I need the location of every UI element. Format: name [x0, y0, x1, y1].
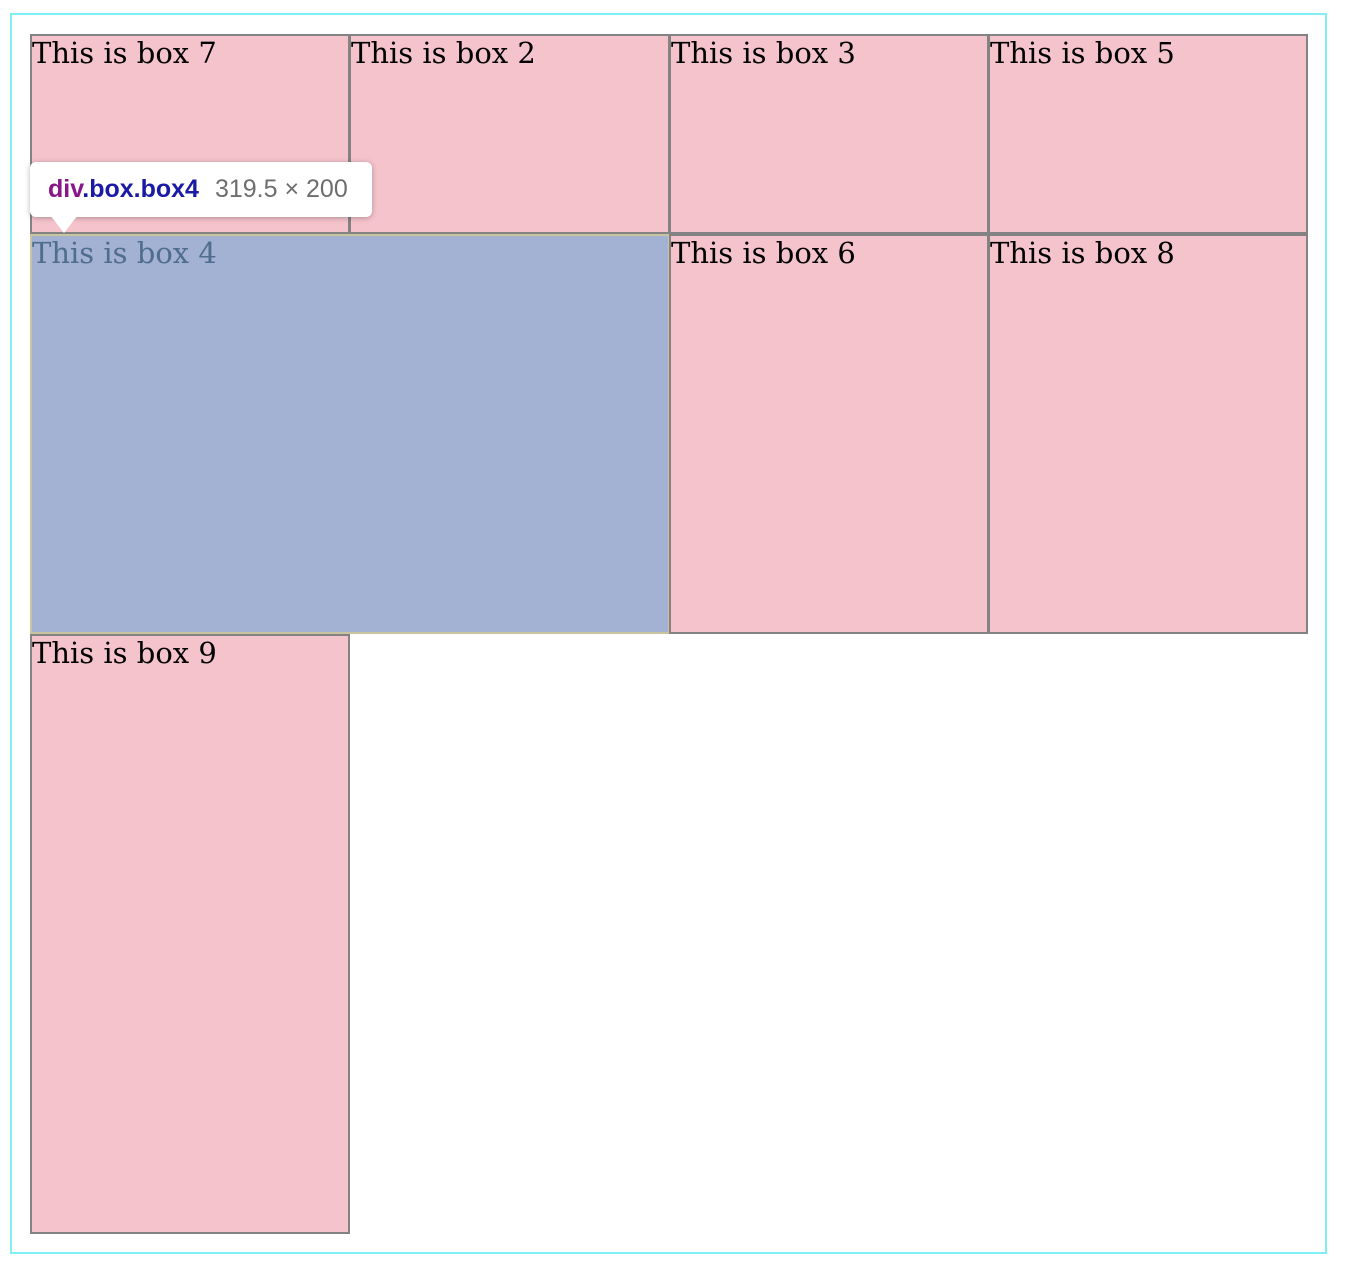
tooltip-arrow-icon: [50, 215, 78, 233]
box-7-label: This is box 7: [32, 36, 217, 70]
tooltip-dimensions: 319.5 × 200: [214, 175, 348, 203]
box-6-label: This is box 6: [671, 236, 856, 270]
box-4-highlighted[interactable]: This is box 4: [30, 234, 670, 634]
box-3: This is box 3: [669, 34, 989, 234]
tooltip-tag: div: [48, 175, 83, 203]
box-6: This is box 6: [669, 234, 989, 634]
box-3-label: This is box 3: [671, 36, 856, 70]
box-5-label: This is box 5: [990, 36, 1175, 70]
box-2-label: This is box 2: [351, 36, 536, 70]
tooltip-classes: .box.box4: [82, 175, 199, 203]
box-2: This is box 2: [349, 34, 670, 234]
box-9-label: This is box 9: [32, 636, 217, 670]
box-4-label: This is box 4: [32, 236, 217, 270]
box-5: This is box 5: [988, 34, 1308, 234]
box-9: This is box 9: [30, 634, 350, 1234]
inspector-tooltip: div.box.box4 319.5 × 200: [30, 162, 372, 217]
box-8-label: This is box 8: [990, 236, 1175, 270]
box-8: This is box 8: [988, 234, 1308, 634]
